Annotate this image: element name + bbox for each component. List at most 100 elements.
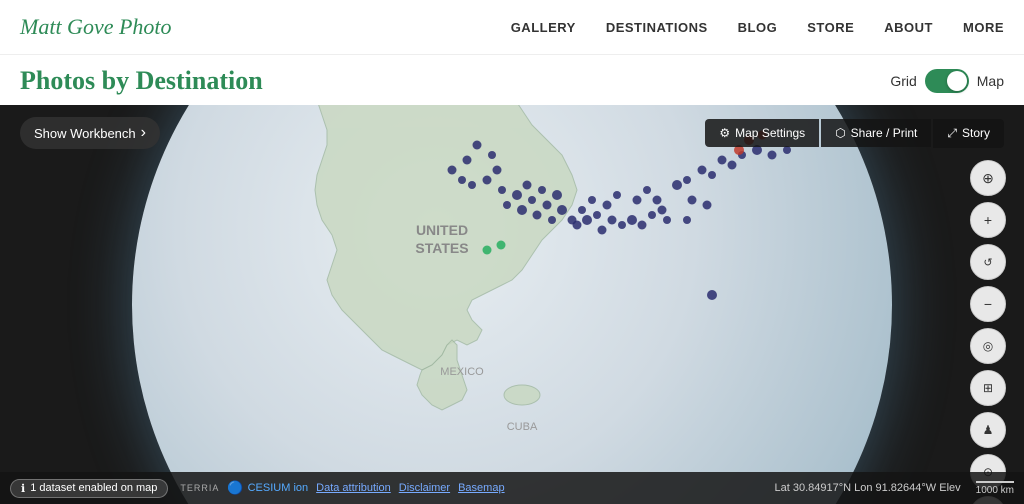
map-dot[interactable]: [498, 186, 506, 194]
svg-text:MEXICO: MEXICO: [440, 366, 484, 378]
locate-button[interactable]: ◎: [970, 328, 1006, 364]
map-dot[interactable]: [582, 215, 592, 225]
map-dot[interactable]: [488, 151, 496, 159]
map-container[interactable]: UNITED STATES MEXICO CUBA Show Workbench…: [0, 105, 1024, 504]
map-dot[interactable]: [768, 150, 777, 159]
compass-button[interactable]: ⊕: [970, 160, 1006, 196]
settings-icon: ⚙: [719, 126, 730, 140]
share-icon: ⬡: [835, 126, 845, 140]
map-dot[interactable]: [493, 165, 502, 174]
map-dot[interactable]: [618, 221, 626, 229]
map-dot[interactable]: [707, 290, 717, 300]
map-dot[interactable]: [593, 211, 601, 219]
map-dot[interactable]: [573, 220, 582, 229]
footer-links: Data attribution Disclaimer Basemap: [316, 482, 504, 494]
person-button[interactable]: ♟: [970, 412, 1006, 448]
map-dot[interactable]: [643, 186, 651, 194]
grid-label: Grid: [890, 73, 916, 89]
map-dot[interactable]: [708, 171, 716, 179]
map-dot[interactable]: [538, 186, 546, 194]
title-row: Photos by Destination Grid Map: [0, 55, 1024, 105]
map-dot[interactable]: [683, 176, 691, 184]
nav-blog[interactable]: BLOG: [738, 20, 778, 35]
cesium-icon: 🔵: [227, 480, 243, 496]
map-dot[interactable]: [718, 155, 727, 164]
map-dot[interactable]: [552, 190, 562, 200]
map-dot[interactable]: [528, 196, 536, 204]
view-toggle-switch[interactable]: [925, 69, 969, 93]
footer-left: terria 🔵 CESIUM ion Data attribution Dis…: [180, 480, 504, 496]
map-dot[interactable]: [448, 165, 457, 174]
map-dot[interactable]: [483, 245, 492, 254]
map-dot[interactable]: [638, 220, 647, 229]
share-print-button[interactable]: ⬡ Share / Print: [821, 119, 931, 147]
story-icon: ⤢: [947, 126, 957, 141]
status-bar: ℹ 1 dataset enabled on map terria 🔵 CESI…: [0, 472, 1024, 504]
disclaimer-link[interactable]: Disclaimer: [399, 482, 450, 494]
map-dot[interactable]: [463, 155, 472, 164]
map-settings-button[interactable]: ⚙ Map Settings: [705, 119, 819, 147]
dataset-icon: ℹ: [21, 482, 25, 495]
map-dot[interactable]: [688, 195, 697, 204]
svg-text:STATES: STATES: [415, 240, 468, 256]
map-dot[interactable]: [613, 191, 621, 199]
nav-more[interactable]: MORE: [963, 20, 1004, 35]
map-label: Map: [977, 73, 1004, 89]
map-dot[interactable]: [458, 176, 466, 184]
map-dot[interactable]: [672, 180, 682, 190]
story-button[interactable]: ⤢ Story: [933, 119, 1004, 148]
view-toggle[interactable]: Grid Map: [890, 69, 1004, 93]
map-dot[interactable]: [703, 200, 712, 209]
map-dot[interactable]: [598, 225, 607, 234]
zoom-out-button[interactable]: −: [970, 286, 1006, 322]
map-dot[interactable]: [648, 211, 656, 219]
map-toolbar: Show Workbench ⚙ Map Settings ⬡ Share / …: [20, 117, 1004, 149]
zoom-in-button[interactable]: +: [970, 202, 1006, 238]
map-dot[interactable]: [517, 205, 527, 215]
toggle-knob: [947, 71, 967, 91]
status-left: ℹ 1 dataset enabled on map terria 🔵 CESI…: [10, 479, 505, 498]
zoom-controls: ⊕ + ↺ − ◎ ⊞ ♟ ⊙ ✉: [970, 160, 1006, 504]
globe: UNITED STATES MEXICO CUBA: [132, 105, 892, 504]
terria-logo: terria: [180, 483, 219, 493]
status-right: Lat 30.84917°N Lon 91.82644°W Elev 1000 …: [774, 481, 1014, 496]
map-dot[interactable]: [468, 181, 476, 189]
map-dot[interactable]: [603, 200, 612, 209]
map-dot[interactable]: [608, 215, 617, 224]
map-dot[interactable]: [588, 196, 596, 204]
svg-text:CUBA: CUBA: [507, 421, 538, 433]
coordinates-display: Lat 30.84917°N Lon 91.82644°W Elev: [774, 482, 960, 494]
map-dot[interactable]: [627, 215, 637, 225]
map-dot[interactable]: [497, 240, 506, 249]
map-dot[interactable]: [633, 195, 642, 204]
nav-gallery[interactable]: GALLERY: [511, 20, 576, 35]
cesium-logo: 🔵 CESIUM ion: [227, 480, 308, 496]
map-dot[interactable]: [728, 160, 737, 169]
reset-view-button[interactable]: ↺: [970, 244, 1006, 280]
map-dot[interactable]: [483, 175, 492, 184]
map-dot[interactable]: [698, 165, 707, 174]
map-dot[interactable]: [578, 206, 586, 214]
show-workbench-button[interactable]: Show Workbench: [20, 117, 160, 149]
map-dot[interactable]: [663, 216, 671, 224]
dataset-label: 1 dataset enabled on map: [30, 482, 157, 494]
map-dot[interactable]: [523, 180, 532, 189]
data-attribution-link[interactable]: Data attribution: [316, 482, 391, 494]
map-dot[interactable]: [653, 195, 662, 204]
nav-store[interactable]: STORE: [807, 20, 854, 35]
main-nav: GALLERY DESTINATIONS BLOG STORE ABOUT MO…: [511, 20, 1004, 35]
map-dot[interactable]: [557, 205, 567, 215]
map-dot[interactable]: [658, 205, 667, 214]
map-dot[interactable]: [533, 210, 542, 219]
nav-about[interactable]: ABOUT: [884, 20, 933, 35]
map-dot[interactable]: [512, 190, 522, 200]
basemap-link[interactable]: Basemap: [458, 482, 504, 494]
dataset-badge[interactable]: ℹ 1 dataset enabled on map: [10, 479, 168, 498]
layers-button[interactable]: ⊞: [970, 370, 1006, 406]
map-dot[interactable]: [683, 216, 691, 224]
nav-destinations[interactable]: DESTINATIONS: [606, 20, 708, 35]
map-dot[interactable]: [503, 201, 511, 209]
site-logo[interactable]: Matt Gove Photo: [20, 14, 172, 40]
map-dot[interactable]: [548, 216, 556, 224]
map-dot[interactable]: [543, 200, 552, 209]
